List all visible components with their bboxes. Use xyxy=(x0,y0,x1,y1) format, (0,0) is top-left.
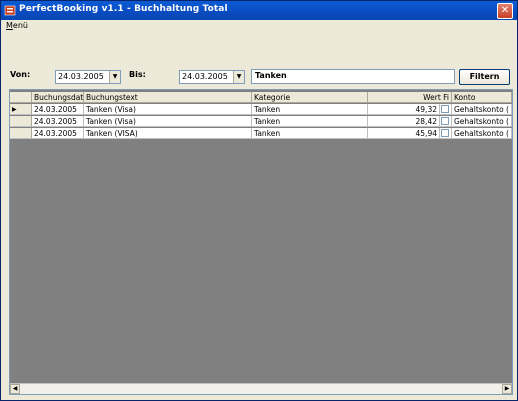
row-header-corner xyxy=(10,92,32,103)
column-header-date[interactable]: Buchungsdat xyxy=(32,92,84,103)
cell-value[interactable]: 28,42 xyxy=(368,116,440,127)
menu-bar: Menü xyxy=(1,20,517,32)
cell-value[interactable]: 49,32 xyxy=(368,104,440,115)
cell-date[interactable]: 24.03.2005 xyxy=(32,104,84,115)
window-title: PerfectBooking v1.1 - Buchhaltung Total xyxy=(19,4,228,14)
checkbox[interactable] xyxy=(441,105,449,113)
search-input-value: Tanken xyxy=(255,71,287,80)
close-icon: ✕ xyxy=(500,5,510,16)
cell-category[interactable]: Tanken xyxy=(252,104,368,115)
cell-category[interactable]: Tanken xyxy=(252,128,368,139)
cell-date[interactable]: 24.03.2005 xyxy=(32,116,84,127)
table-row[interactable]: 24.03.2005 Tanken (VISA) Tanken 45,94 Ge… xyxy=(10,128,512,140)
cell-text[interactable]: Tanken (Visa) xyxy=(84,116,252,127)
horizontal-scrollbar[interactable]: ◀ ▶ xyxy=(10,383,512,394)
row-header[interactable] xyxy=(10,128,32,139)
from-date-value: 24.03.2005 xyxy=(58,72,104,81)
cell-date[interactable]: 24.03.2005 xyxy=(32,128,84,139)
cell-checkbox xyxy=(440,128,452,139)
cell-checkbox xyxy=(440,116,452,127)
table-row[interactable]: 24.03.2005 Tanken (Visa) Tanken 28,42 Ge… xyxy=(10,116,512,128)
to-label: Bis: xyxy=(129,70,146,79)
from-date-picker[interactable]: 24.03.2005 ▼ xyxy=(55,70,121,84)
scroll-left-icon[interactable]: ◀ xyxy=(10,384,20,394)
current-row-indicator-icon[interactable]: ▶ xyxy=(10,104,32,115)
cell-category[interactable]: Tanken xyxy=(252,116,368,127)
search-input[interactable]: Tanken xyxy=(251,69,455,84)
cell-checkbox xyxy=(440,104,452,115)
cell-value[interactable]: 45,94 xyxy=(368,128,440,139)
chevron-down-icon[interactable]: ▼ xyxy=(109,71,120,83)
grid-header: Buchungsdat Buchungstext Kategorie Wert … xyxy=(10,92,512,104)
column-header-value[interactable]: Wert Fi xyxy=(368,92,452,103)
cell-text[interactable]: Tanken (Visa) xyxy=(84,104,252,115)
table-row[interactable]: ▶ 24.03.2005 Tanken (Visa) Tanken 49,32 … xyxy=(10,104,512,116)
title-bar[interactable]: PerfectBooking v1.1 - Buchhaltung Total … xyxy=(1,1,517,20)
column-header-text[interactable]: Buchungstext xyxy=(84,92,252,103)
to-date-picker[interactable]: 24.03.2005 ▼ xyxy=(179,70,245,84)
checkbox[interactable] xyxy=(441,117,449,125)
column-header-account[interactable]: Konto xyxy=(452,92,512,103)
cell-account[interactable]: Gehaltskonto ( xyxy=(452,128,512,139)
main-window: PerfectBooking v1.1 - Buchhaltung Total … xyxy=(0,0,518,401)
to-date-value: 24.03.2005 xyxy=(182,72,228,81)
menu-item-menu[interactable]: Menü xyxy=(6,21,28,30)
close-button[interactable]: ✕ xyxy=(497,3,513,19)
cell-text[interactable]: Tanken (VISA) xyxy=(84,128,252,139)
cell-account[interactable]: Gehaltskonto ( xyxy=(452,116,512,127)
cell-account[interactable]: Gehaltskonto ( xyxy=(452,104,512,115)
row-header[interactable] xyxy=(10,116,32,127)
scroll-right-icon[interactable]: ▶ xyxy=(502,384,512,394)
from-label: Von: xyxy=(10,70,31,79)
app-icon xyxy=(4,5,16,16)
column-header-category[interactable]: Kategorie xyxy=(252,92,368,103)
chevron-down-icon[interactable]: ▼ xyxy=(233,71,244,83)
checkbox[interactable] xyxy=(441,129,449,137)
bookings-grid[interactable]: Buchungsdat Buchungstext Kategorie Wert … xyxy=(9,89,513,395)
filter-button[interactable]: Filtern xyxy=(459,69,510,85)
